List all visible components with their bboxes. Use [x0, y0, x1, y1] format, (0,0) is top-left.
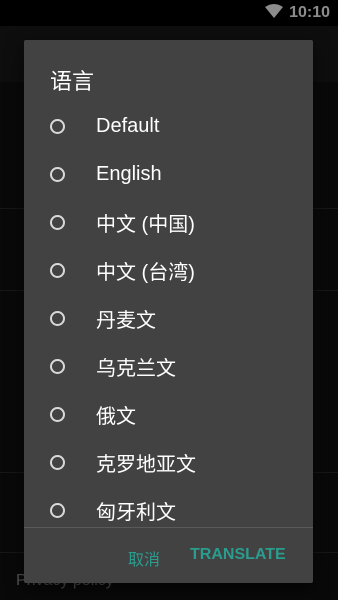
language-option[interactable]: 丹麦文 — [24, 294, 313, 342]
language-option-label: English — [96, 162, 162, 185]
language-option-label: 中文 (中国) — [96, 213, 195, 236]
language-option[interactable]: 克罗地亚文 — [24, 438, 313, 486]
language-dialog: 语言 Default English 中文 (中国) 中文 (台湾) 丹麦文 乌… — [24, 40, 313, 583]
language-option-label: 丹麦文 — [96, 309, 156, 332]
language-option[interactable]: 中文 (台湾) — [24, 246, 313, 294]
language-option[interactable]: 匈牙利文 — [24, 486, 313, 527]
radio-button[interactable] — [50, 310, 65, 326]
dialog-title: 语言 — [50, 69, 95, 94]
radio-button[interactable] — [50, 502, 65, 518]
translate-button[interactable]: TRANSLATE — [190, 546, 286, 564]
language-option-label: Default — [96, 114, 160, 137]
radio-button[interactable] — [50, 454, 65, 470]
radio-button[interactable] — [50, 406, 65, 422]
language-option-label: 克罗地亚文 — [96, 453, 196, 476]
language-option[interactable]: Default — [24, 102, 313, 150]
language-option[interactable]: 俄文 — [24, 390, 313, 438]
dialog-divider — [24, 527, 313, 528]
language-option[interactable]: 乌克兰文 — [24, 342, 313, 390]
cancel-button[interactable]: 取消 — [128, 546, 160, 570]
language-option-label: 匈牙利文 — [96, 501, 176, 524]
radio-button[interactable] — [50, 214, 65, 230]
language-option-label: 中文 (台湾) — [96, 261, 195, 284]
language-option-label: 俄文 — [96, 405, 136, 428]
language-option[interactable]: 中文 (中国) — [24, 198, 313, 246]
radio-button[interactable] — [50, 262, 65, 278]
language-option-label: 乌克兰文 — [96, 357, 176, 380]
language-option[interactable]: English — [24, 150, 313, 198]
radio-button[interactable] — [50, 118, 65, 134]
language-options-list[interactable]: Default English 中文 (中国) 中文 (台湾) 丹麦文 乌克兰文… — [24, 102, 313, 527]
radio-button[interactable] — [50, 358, 65, 374]
radio-button[interactable] — [50, 166, 65, 182]
